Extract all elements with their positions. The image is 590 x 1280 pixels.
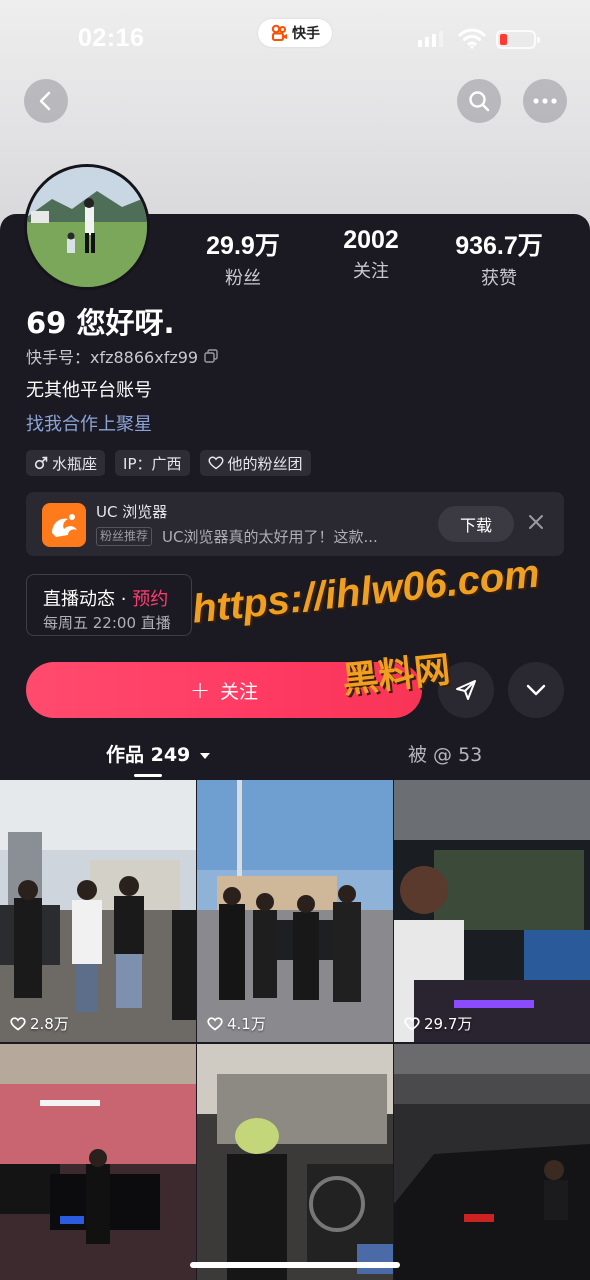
tab-works[interactable]: 作品 249 — [106, 740, 211, 767]
kuaishou-id: 快手号：xfz8866xfz99 — [26, 348, 199, 367]
video-thumbnail[interactable]: 2.8万 — [0, 780, 196, 1042]
video-likes-count: 29.7万 — [424, 1015, 473, 1033]
profile-tags: 水瓶座 IP：广西 他的粉丝团 — [26, 450, 311, 476]
live-title: 直播动态 — [43, 589, 115, 610]
content-tabs: 作品 249 被 @ 53 — [0, 736, 590, 780]
send-message-button[interactable] — [438, 662, 494, 718]
cellular-signal-icon — [418, 31, 443, 47]
expand-button[interactable] — [508, 662, 564, 718]
follow-button[interactable]: + 关注 — [26, 662, 422, 718]
battery-icon — [496, 30, 540, 49]
video-thumbnail-image — [394, 780, 590, 1042]
likes-label: 获赞 — [481, 268, 517, 289]
tag-ip-location[interactable]: IP：广西 — [115, 450, 190, 476]
more-dots-icon — [533, 98, 557, 104]
male-icon — [34, 456, 48, 470]
home-indicator[interactable] — [190, 1262, 400, 1268]
app-indicator-pill[interactable]: 快手 — [258, 19, 332, 47]
ad-download-button[interactable]: 下载 — [438, 506, 514, 542]
send-icon — [456, 680, 476, 700]
heart-icon — [207, 456, 224, 470]
caret-down-icon — [199, 753, 210, 759]
following-label: 关注 — [353, 261, 389, 282]
video-thumbnail[interactable]: 4.1万 — [197, 780, 393, 1042]
follow-label: 关注 — [220, 680, 259, 703]
close-icon[interactable] — [526, 512, 546, 532]
video-likes-count: 4.1万 — [227, 1015, 266, 1033]
live-reserve[interactable]: 预约 — [132, 589, 168, 610]
video-thumbnail-image — [0, 780, 196, 1042]
video-grid: 2.8万 4.1万 29.7万 — [0, 780, 590, 1280]
likes-stat[interactable]: 936.7万 获赞 — [434, 226, 564, 290]
ad-badge: 粉丝推荐 — [96, 527, 153, 546]
back-button[interactable] — [24, 79, 68, 123]
kuaishou-logo-icon — [271, 24, 287, 41]
tag-zodiac-label: 水瓶座 — [52, 454, 98, 473]
tag-ip-label: IP：广西 — [123, 454, 182, 473]
tab-works-label: 作品 249 — [106, 744, 191, 766]
active-tab-indicator — [134, 774, 162, 777]
ad-title: UC 浏览器 — [96, 503, 168, 521]
followers-stat[interactable]: 29.9万 粉丝 — [178, 226, 308, 290]
search-icon — [469, 91, 490, 112]
search-button[interactable] — [457, 79, 501, 123]
wifi-icon — [458, 28, 486, 49]
avatar-photo — [27, 167, 147, 287]
video-thumbnail-image — [197, 780, 393, 1042]
chevron-down-icon — [526, 684, 546, 696]
status-time: 02:16 — [78, 24, 145, 52]
video-likes: 2.8万 — [10, 1013, 69, 1034]
video-thumbnail-image — [394, 1044, 590, 1280]
tab-mentioned[interactable]: 被 @ 53 — [408, 740, 482, 767]
ad-banner[interactable]: UC 浏览器 粉丝推荐 UC浏览器真的太好用了！这款... 下载 — [26, 492, 564, 556]
video-thumbnail[interactable]: 29.7万 — [394, 780, 590, 1042]
video-likes-count: 2.8万 — [30, 1015, 69, 1033]
video-thumbnail-image — [0, 1044, 196, 1280]
live-schedule-card[interactable]: 直播动态 · 预约 每周五 22:00 直播 — [26, 574, 192, 636]
video-likes: 4.1万 — [207, 1013, 266, 1034]
heart-icon — [10, 1016, 26, 1031]
copy-icon[interactable] — [204, 349, 218, 363]
tag-fan-club-label: 他的粉丝团 — [227, 454, 303, 473]
video-thumbnail[interactable] — [197, 1044, 393, 1280]
more-options-button[interactable] — [523, 79, 567, 123]
likes-count: 936.7万 — [455, 232, 543, 260]
video-thumbnail[interactable] — [394, 1044, 590, 1280]
app-name: 快手 — [292, 26, 320, 42]
tag-fan-club[interactable]: 他的粉丝团 — [199, 450, 311, 476]
plus-icon: + — [189, 676, 211, 704]
video-thumbnail-image — [197, 1044, 393, 1280]
avatar[interactable] — [24, 164, 150, 290]
following-stat[interactable]: 2002 关注 — [306, 226, 436, 283]
followers-count: 29.9万 — [206, 232, 280, 260]
heart-icon — [207, 1016, 223, 1031]
live-separator: · — [120, 589, 127, 610]
cooperation-link[interactable]: 找我合作上聚星 — [26, 410, 152, 436]
video-thumbnail[interactable] — [0, 1044, 196, 1280]
profile-name: 69 您好呀. — [26, 306, 175, 340]
live-title-row: 直播动态 · 预约 — [43, 585, 168, 611]
followers-label: 粉丝 — [225, 268, 261, 289]
status-bar: 02:16 快手 — [0, 0, 590, 80]
uc-browser-icon — [42, 503, 86, 547]
following-count: 2002 — [343, 226, 399, 254]
ad-description: UC浏览器真的太好用了！这款... — [162, 528, 378, 546]
profile-bio: 无其他平台账号 — [26, 380, 152, 401]
live-schedule: 每周五 22:00 直播 — [43, 614, 171, 632]
tag-zodiac[interactable]: 水瓶座 — [26, 450, 106, 476]
heart-icon — [404, 1016, 420, 1031]
kuaishou-id-row[interactable]: 快手号：xfz8866xfz99 — [26, 344, 218, 368]
chevron-left-icon — [39, 91, 51, 111]
video-likes: 29.7万 — [404, 1013, 472, 1034]
